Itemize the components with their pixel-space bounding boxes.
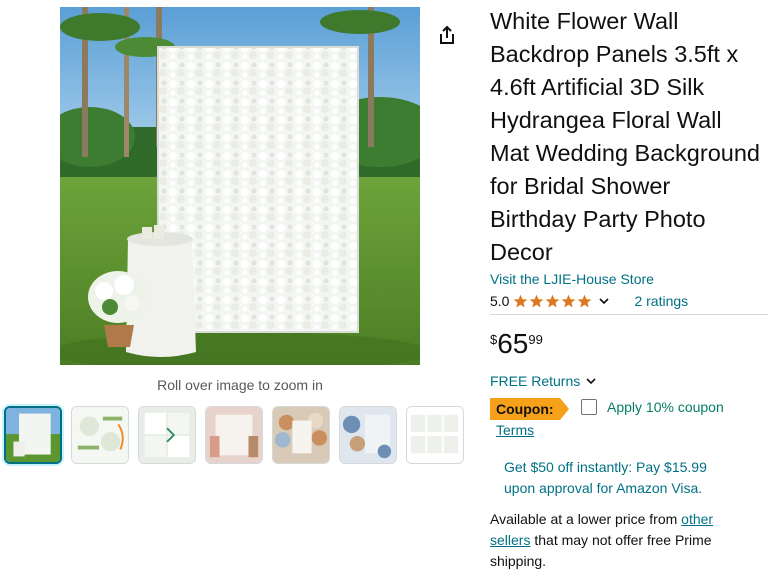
other-sellers-link-1[interactable]: other — [681, 511, 713, 527]
rating-value: 5.0 — [490, 293, 510, 309]
price-fraction: 99 — [528, 332, 543, 347]
thumbnail-2[interactable] — [71, 406, 129, 464]
star-icon — [514, 294, 528, 307]
thumbnail-strip — [4, 406, 464, 464]
pink-wall-thumbnail — [206, 407, 262, 463]
divider — [490, 314, 768, 315]
balloon-arch-thumbnail — [273, 407, 329, 463]
price-whole: 65 — [497, 328, 529, 359]
thumbnail-1[interactable] — [4, 406, 62, 464]
thumbnail-6[interactable] — [339, 406, 397, 464]
promo-line-2: upon approval for Amazon Visa. — [504, 480, 703, 496]
free-returns-label: FREE Returns — [490, 373, 581, 389]
store-link[interactable]: Visit the LJIE-House Store — [490, 271, 654, 287]
panel-grid-thumbnail — [407, 407, 463, 463]
ratings-count-link[interactable]: 2 ratings — [634, 293, 688, 309]
panel-detail-thumbnail — [139, 407, 195, 463]
lower-price-notice: Available at a lower price from other se… — [490, 509, 740, 572]
price-symbol: $ — [490, 332, 498, 347]
flower-wall-photo — [60, 7, 420, 365]
price: $ 65 99 — [490, 328, 543, 360]
thumbnail-4[interactable] — [205, 406, 263, 464]
star-icon — [530, 294, 544, 307]
visa-promo-link[interactable]: Get $50 off instantly: Pay $15.99 upon a… — [504, 457, 744, 499]
chevron-down-icon[interactable] — [598, 295, 610, 307]
product-title: White Flower Wall Backdrop Panels 3.5ft … — [490, 8, 760, 265]
main-product-image[interactable] — [60, 7, 420, 365]
coupon-badge-label: Coupon: — [490, 398, 560, 420]
star-icon — [562, 294, 576, 307]
coupon-terms-link[interactable]: Terms — [496, 422, 534, 438]
share-icon[interactable] — [436, 24, 458, 46]
flower-wall-garden-thumbnail — [6, 408, 60, 462]
coupon-badge-tip — [559, 398, 569, 420]
star-icon — [578, 294, 592, 307]
promo-line-1: Get $50 off instantly: Pay $15.99 — [504, 459, 707, 475]
other-sellers-link-2[interactable]: sellers — [490, 532, 530, 548]
zoom-hint: Roll over image to zoom in — [157, 377, 323, 393]
rating-row: 5.0 2 ratings — [490, 291, 768, 311]
apply-coupon-label[interactable]: Apply 10% coupon — [607, 399, 724, 415]
coupon-checkbox[interactable] — [581, 399, 597, 415]
star-icon — [546, 294, 560, 307]
star-rating[interactable] — [513, 294, 592, 309]
lower-price-prefix: Available at a lower price from — [490, 511, 682, 527]
infographic-thumbnail — [72, 407, 128, 463]
coupon-badge: Coupon: — [490, 398, 569, 420]
thumbnail-5[interactable] — [272, 406, 330, 464]
blue-balloon-thumbnail — [340, 407, 396, 463]
chevron-down-icon — [586, 378, 596, 385]
thumbnail-7[interactable] — [406, 406, 464, 464]
thumbnail-3[interactable] — [138, 406, 196, 464]
free-returns-link[interactable]: FREE Returns — [490, 373, 597, 389]
